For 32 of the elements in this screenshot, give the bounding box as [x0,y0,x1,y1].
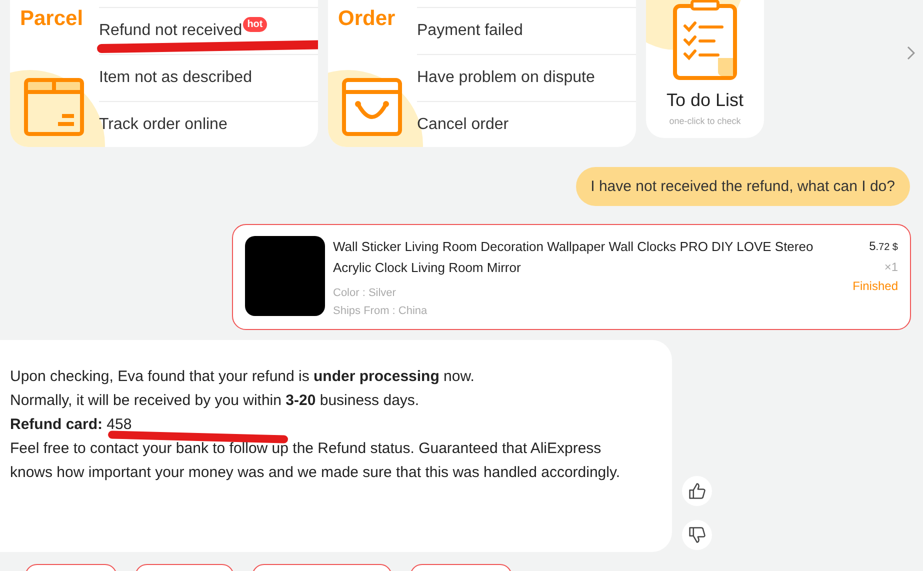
product-price: 5.72 $ [869,238,898,255]
product-color: Color : Silver [333,286,397,301]
todo-title: To do List [666,90,744,111]
product-quantity: ×1 [884,259,898,276]
todo-subtitle: one-click to check [669,116,741,126]
message-text: Feel free to contact your bank to follow up the Refund status. Guaranteed that AliExpress knows how important your money was and we made sure that this was handled accordingly. [10,440,620,481]
shopping-bag-icon [340,76,404,138]
user-message: I have not received the refund, what can I do? [576,167,910,206]
hot-badge: hot [243,16,267,32]
message-text: Refund card: 458 [10,416,132,433]
message-text: Normally, it will be received by you within 3-20 business days. [10,392,420,409]
card-title: Parcel [20,6,84,32]
order-status: Finished [852,278,898,295]
box-icon [22,76,86,138]
thumbs-down-icon [688,526,706,544]
thumbs-down-button[interactable] [682,520,712,550]
message-text: Upon checking, Eva found that your refund is under processing now. [10,368,474,385]
menu-link[interactable]: Track order online [99,116,228,134]
menu-link[interactable]: Have problem on dispute [417,69,595,87]
thumbs-up-button[interactable] [682,476,712,506]
thumbs-up-icon [688,482,706,500]
menu-link[interactable]: Item not as described [99,69,252,87]
menu-link[interactable]: Cancel order [417,116,509,134]
menu-link[interactable]: Refund not received [99,22,242,40]
checklist-icon [672,0,738,80]
menu-link[interactable]: Payment failed [417,22,523,40]
chevron-right-icon[interactable] [907,46,915,60]
todo-card[interactable]: To do List one-click to check [646,0,764,138]
product-title: Wall Sticker Living Room Decoration Wallpaper Wall Clocks PRO DIY LOVE Stereo Acrylic Clock Living Room Mirror [333,238,814,277]
product-origin: Ships From : China [333,304,428,319]
product-card[interactable]: Wall Sticker Living Room Decoration Wallpaper Wall Clocks PRO DIY LOVE Stereo Acrylic Clock Living Room Mirror Color : Silver Ships From : China 5.72 $ ×1 Finished [232,224,911,330]
card-title: Order [338,6,396,32]
